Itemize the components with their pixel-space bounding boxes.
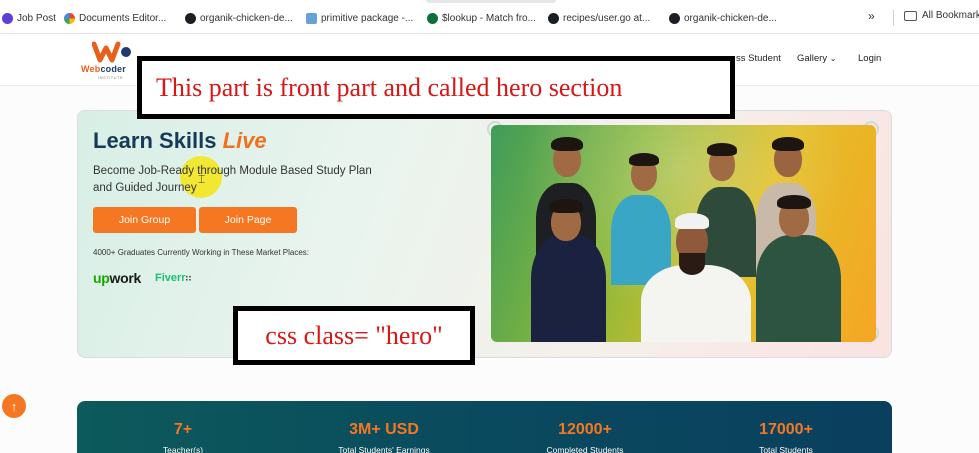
fiverr-logo-text: Fiverr	[155, 272, 186, 284]
mongodb-leaf-icon	[427, 12, 438, 24]
stat-label: Completed Students	[546, 445, 624, 453]
bookmark-label: recipes/user.go at...	[563, 12, 651, 24]
stat-number: 7+	[173, 421, 193, 438]
bookmark-organik-2[interactable]: organik-chicken-de...	[669, 10, 777, 26]
logo-subtitle: INSTITUTE	[98, 75, 124, 80]
prayer-cap	[675, 213, 709, 229]
folder-icon	[904, 11, 917, 21]
annotation-hero-section: This part is front part and called hero …	[137, 56, 735, 119]
bookmark-job-post[interactable]: Job Post	[2, 10, 56, 26]
person-hair	[707, 143, 737, 156]
person-body	[531, 235, 606, 342]
stat-number: 3M+ USD	[349, 421, 419, 438]
stat-teachers: 7+ Teacher(s)	[103, 421, 263, 453]
bookmark-recipes[interactable]: recipes/user.go at...	[548, 10, 650, 26]
fiverr-logo[interactable]: Fiverr∷	[155, 272, 191, 284]
arrow-up-icon: ↑	[10, 398, 18, 414]
v-logo-icon	[2, 12, 13, 24]
person-body	[756, 235, 841, 342]
bookmark-label: organik-chicken-de...	[684, 12, 777, 24]
nav-success-student[interactable]: ss Student	[736, 53, 781, 64]
person-hair	[551, 137, 583, 151]
github-icon	[548, 12, 559, 24]
all-bookmarks-button[interactable]: All Bookmark	[922, 10, 979, 21]
hero-subtitle: Become Job-Ready through Module Based St…	[93, 165, 372, 194]
join-page-button[interactable]: Join Page	[199, 207, 297, 233]
bookmark-primitive-package[interactable]: primitive package -...	[306, 10, 413, 26]
stat-number: 17000+	[759, 421, 813, 438]
logo-text-coder: coder	[100, 64, 126, 74]
scroll-to-top-button[interactable]: ↑	[2, 394, 26, 418]
text-cursor-icon: ⌶	[198, 172, 206, 186]
person-hair	[549, 199, 583, 213]
stat-completed-students: 12000+ Completed Students	[505, 421, 665, 453]
nav-gallery[interactable]: Gallery ⌄	[797, 53, 836, 64]
upwork-logo-work: work	[109, 270, 142, 286]
bookmarks-overflow-button[interactable]: »	[868, 9, 875, 23]
person-hair	[772, 137, 804, 151]
bookmark-label: organik-chicken-de...	[200, 12, 293, 24]
bookmark-label: Job Post	[17, 12, 56, 24]
bookmarks-bar: Job Post Documents Editor... organik-chi…	[0, 0, 979, 34]
tab-edge	[426, 0, 556, 3]
nav-gallery-label: Gallery	[797, 53, 828, 64]
bookmark-label: primitive package -...	[321, 12, 414, 24]
stat-label: Teacher(s)	[162, 445, 204, 453]
github-icon	[185, 12, 196, 24]
upwork-logo[interactable]: upwork	[93, 270, 141, 286]
join-group-button[interactable]: Join Group	[93, 207, 196, 233]
webcoder-logo-icon[interactable]	[92, 40, 134, 64]
bookmark-documents-editor[interactable]: Documents Editor...	[64, 10, 166, 26]
logo-text[interactable]: Webcoder	[81, 64, 126, 74]
package-icon	[306, 12, 317, 24]
person-body	[641, 265, 751, 342]
stat-label: Total Students' Earnings	[338, 445, 430, 453]
hero-title-text: Learn Skills	[93, 128, 217, 153]
nav-login[interactable]: Login	[858, 53, 881, 64]
hero-title-accent: Live	[222, 128, 267, 153]
hero-team-photo	[491, 125, 876, 342]
stat-label: Total Students	[759, 445, 813, 453]
person-hair	[629, 153, 659, 166]
logo-text-web: Web	[81, 64, 101, 74]
upwork-logo-up: up	[93, 270, 110, 286]
bookmark-label: $lookup - Match fro...	[442, 12, 536, 24]
stat-earnings: 3M+ USD Total Students' Earnings	[304, 421, 464, 453]
bookmark-label: Documents Editor...	[79, 12, 167, 24]
stat-total-students: 17000+ Total Students	[706, 421, 866, 453]
person-hair	[777, 195, 811, 209]
person-beard	[679, 253, 705, 275]
bookmark-organik-1[interactable]: organik-chicken-de...	[185, 10, 293, 26]
bookmarks-divider	[893, 10, 894, 26]
bookmark-lookup[interactable]: $lookup - Match fro...	[427, 10, 536, 26]
fiverr-dots-icon: ∷	[185, 274, 192, 283]
graduates-text: 4000+ Graduates Currently Working in The…	[93, 248, 310, 257]
github-icon	[669, 12, 680, 24]
stat-number: 12000+	[558, 421, 612, 438]
chevron-down-icon: ⌄	[829, 54, 837, 63]
hero-title: Learn Skills Live	[93, 128, 267, 154]
annotation-css-class: css class= "hero"	[233, 306, 475, 365]
documents-icon	[64, 12, 75, 24]
